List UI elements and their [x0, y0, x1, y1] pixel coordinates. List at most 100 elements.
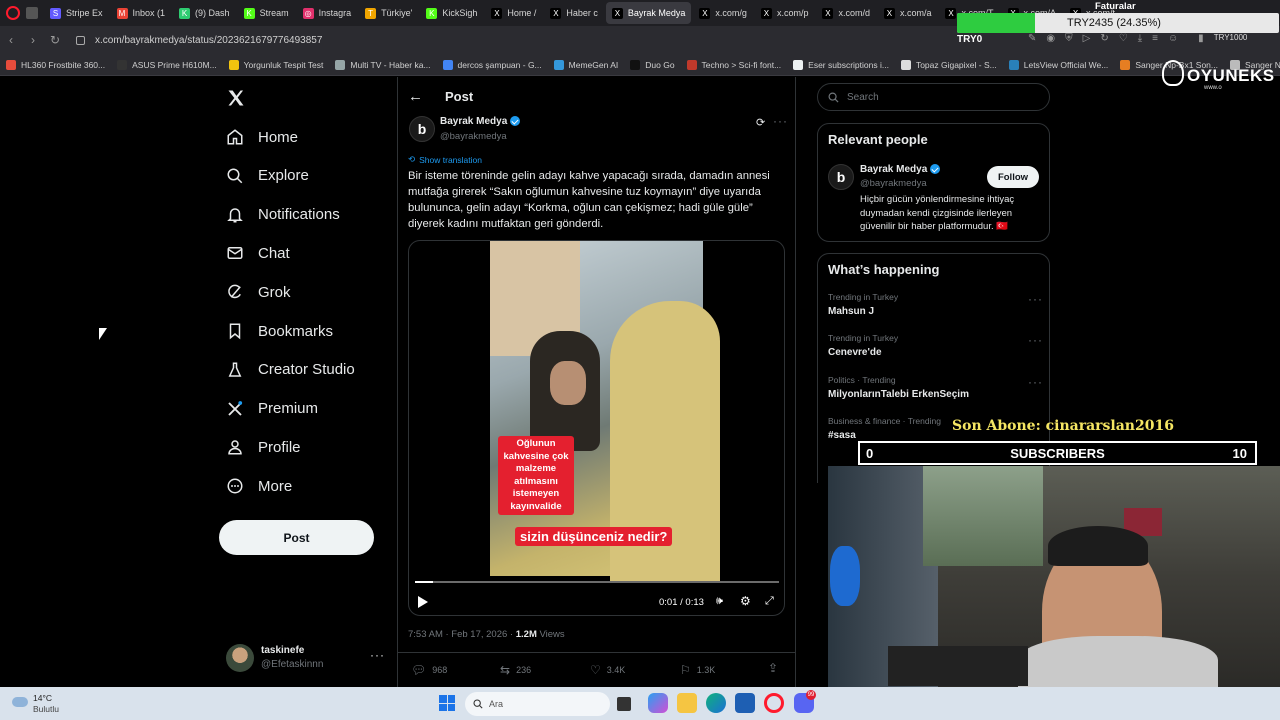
account-switcher[interactable]: taskinefe @Efetaskinnn ···	[226, 642, 386, 676]
post-more-icon[interactable]: ···	[773, 114, 788, 128]
nav-item-chat[interactable]: Chat	[226, 237, 290, 269]
nav-item-notifications[interactable]: Notifications	[226, 199, 340, 231]
opera-logo-icon[interactable]	[6, 6, 20, 20]
share-icon[interactable]: ⇪	[768, 661, 778, 675]
follow-button[interactable]: Follow	[987, 166, 1039, 188]
volume-icon[interactable]: 🕪	[716, 595, 723, 608]
bookmark-item[interactable]: HL360 Frostbite 360...	[0, 59, 111, 70]
account-more-icon[interactable]: ···	[370, 648, 385, 662]
post-button[interactable]: Post	[219, 520, 374, 555]
trend-more-icon[interactable]: ···	[1028, 375, 1043, 389]
bookmark-button[interactable]: ⚐ 1.3K	[680, 663, 715, 677]
bookmark-item[interactable]: Techno > Sci-fi font...	[681, 59, 788, 70]
author-handle[interactable]: @bayrakmedya	[440, 131, 507, 142]
nav-item-label: Notifications	[258, 206, 340, 224]
video-progress-track[interactable]	[415, 581, 779, 583]
bookmark-item[interactable]: MemeGen AI	[548, 59, 625, 70]
browser-tab[interactable]: M Inbox (1	[111, 2, 172, 24]
browser-tab[interactable]: Xx.com/a	[878, 2, 938, 24]
more-circle-icon	[227, 478, 243, 494]
nav-item-profile[interactable]: Profile	[226, 431, 301, 463]
bookmark-item[interactable]: Yorgunluk Tespit Test	[223, 59, 330, 70]
browser-tab[interactable]: Xx.com/d	[816, 2, 876, 24]
url-text[interactable]: x.com/bayrakmedya/status/202362167977649…	[95, 35, 322, 46]
relevant-avatar[interactable]: b	[828, 164, 854, 190]
bookmark-item[interactable]: Multi TV - Haber ka...	[329, 59, 436, 70]
whats-happening-title: What’s happening	[828, 262, 940, 277]
bookmark-item[interactable]: dercos şampuan - G...	[437, 59, 548, 70]
taskbar-search[interactable]: Ara	[465, 692, 610, 716]
nav-item-label: Explore	[258, 167, 309, 185]
play-icon[interactable]	[418, 596, 428, 608]
author-avatar[interactable]: b	[409, 116, 435, 142]
subscriber-goal: 10	[1232, 446, 1247, 461]
reply-button[interactable]: 💬︎ 968	[411, 663, 447, 677]
avatar	[226, 644, 254, 672]
browser-tab[interactable]: X Haber c	[544, 2, 604, 24]
trend-item[interactable]: Trending in Turkey Mahsun J ···	[828, 292, 1043, 317]
tab-label: x.com/p	[776, 8, 809, 18]
account-name: taskinefe	[261, 645, 305, 656]
tab-favicon-icon: X	[945, 7, 957, 19]
browser-tab[interactable]: Xx.com/p	[755, 2, 815, 24]
heart-icon: ♡	[590, 663, 601, 677]
like-button[interactable]: ♡ 3.4K	[590, 663, 625, 677]
show-translation-link[interactable]: ⟲ Show translation	[408, 154, 482, 165]
back-arrow-icon[interactable]: ←	[408, 88, 423, 105]
task-view-icon[interactable]	[617, 697, 631, 711]
browser-tab[interactable]: ◎ Instagra	[297, 2, 358, 24]
browser-tab[interactable]: X Bayrak Medya	[605, 2, 692, 24]
browser-tab[interactable]: K KickSigh	[420, 2, 483, 24]
bookmark-item[interactable]: ASUS Prime H610M...	[111, 59, 223, 70]
edge-icon[interactable]	[706, 693, 726, 713]
forward-button[interactable]: ›	[22, 29, 44, 51]
relevant-handle[interactable]: @bayrakmedya	[860, 178, 927, 189]
file-explorer-icon[interactable]	[677, 693, 697, 713]
post-timestamp[interactable]: 7:53 AM · Feb 17, 2026 ·	[408, 629, 516, 640]
back-button[interactable]: ‹	[0, 29, 22, 51]
trend-more-icon[interactable]: ···	[1028, 333, 1043, 347]
opera-taskbar-icon[interactable]	[764, 693, 784, 713]
nav-item-home[interactable]: Home	[226, 121, 298, 153]
search-input[interactable]: Search	[847, 92, 879, 103]
bookmark-item[interactable]: Topaz Gigapixel - S...	[895, 59, 1003, 70]
browser-tab[interactable]: K (9) Dash	[173, 2, 236, 24]
bell-icon	[227, 207, 243, 223]
relevant-name-row[interactable]: Bayrak Medya	[860, 164, 941, 175]
copilot-icon[interactable]	[648, 693, 668, 713]
browser-tab[interactable]: K Stream	[238, 2, 295, 24]
trend-more-icon[interactable]: ···	[1028, 292, 1043, 306]
search-box[interactable]: Search	[817, 83, 1050, 111]
nav-item-bookmarks[interactable]: Bookmarks	[226, 315, 333, 347]
browser-tab[interactable]: S Stripe Ex	[44, 2, 109, 24]
nav-item-premium[interactable]: Premium	[226, 393, 318, 425]
start-button[interactable]	[439, 695, 455, 711]
relevant-name[interactable]: Bayrak Medya	[860, 164, 927, 175]
browser-tab[interactable]: X Home /	[485, 2, 542, 24]
x-logo-icon[interactable]	[226, 88, 246, 108]
weather-widget[interactable]: 14°C Bulutlu	[10, 692, 90, 716]
reload-button[interactable]: ↻	[44, 29, 66, 51]
author-name-row[interactable]: Bayrak Medya	[440, 116, 521, 127]
browser-tab[interactable]: T Türkiye'	[359, 2, 418, 24]
video-player[interactable]: Oğlunun kahvesine çok malzeme atılmasını…	[408, 240, 785, 616]
bookmark-item[interactable]: LetsView Official We...	[1003, 59, 1115, 70]
nav-item-more[interactable]: More	[226, 470, 292, 502]
bookmark-item[interactable]: Duo Go	[624, 59, 680, 70]
taskbar-search-input[interactable]: Ara	[489, 699, 503, 709]
bookmark-item[interactable]: Eser subscriptions i...	[787, 59, 895, 70]
repost-button[interactable]: ⇆ 236	[500, 663, 531, 677]
fullscreen-icon[interactable]: ⤢	[765, 595, 774, 608]
home-icon	[227, 129, 243, 145]
settings-icon[interactable]: ⚙	[740, 594, 751, 608]
nav-item-creator-studio[interactable]: Creator Studio	[226, 354, 355, 386]
trend-item[interactable]: Politics · Trending MilyonlarınTalebi Erk…	[828, 375, 1043, 400]
nav-item-grok[interactable]: Grok	[226, 276, 291, 308]
grok-post-icon[interactable]: ⟳	[756, 116, 765, 129]
nav-item-explore[interactable]: Explore	[226, 160, 309, 192]
trend-item[interactable]: Trending in Turkey Cenevre'de ···	[828, 333, 1043, 358]
browser-tab[interactable]: Xx.com/g	[693, 2, 753, 24]
sidebar-toggle-icon[interactable]	[26, 7, 38, 19]
author-name[interactable]: Bayrak Medya	[440, 116, 507, 127]
store-icon[interactable]	[735, 693, 755, 713]
